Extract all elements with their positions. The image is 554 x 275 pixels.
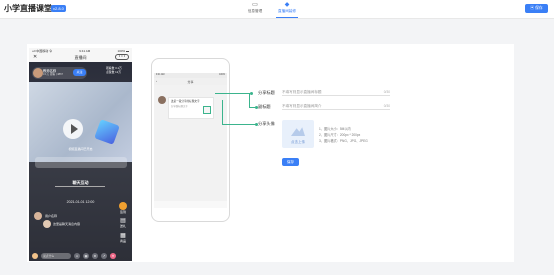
- count-line: 点赞数 12万: [106, 70, 122, 74]
- avatar: [158, 96, 166, 104]
- heart-icon[interactable]: ♥: [110, 252, 116, 259]
- view-count: 观看数 3.1万 点赞数 12万: [106, 66, 122, 74]
- share-title-placeholder: 不填写则显示直播间标题: [282, 90, 322, 94]
- avatar-label: 分享头像: [258, 121, 275, 126]
- share-card: 这是一段分享的标题文字 分享副标题文字: [168, 97, 214, 119]
- connector-line: [222, 124, 256, 125]
- grid-icon[interactable]: ▦: [83, 252, 89, 259]
- share-title-input[interactable]: 不填写则显示直播间标题 0/30: [282, 88, 390, 96]
- more-icon[interactable]: • • •: [115, 54, 129, 60]
- preview-chat: 这是一段分享的标题文字 分享副标题文字: [154, 85, 227, 201]
- preview-input-bar: [154, 201, 227, 208]
- upload-hint: 3、图片格式：PNG、JPG、JPEG: [319, 139, 368, 143]
- tab-label: 直播间装修: [278, 9, 296, 13]
- upload-box[interactable]: 点击上传: [282, 120, 314, 148]
- phone-bottom-bar: 说点什么 ☺ ▦ ★ ↗ ♥: [29, 250, 132, 261]
- live-room-preview: ••ll 中国移动 令 9:41 AM 100% ▬ ✕ 直播间 • • • 教…: [29, 48, 132, 261]
- avatar: [43, 220, 51, 228]
- app-title: 小学直播课堂: [4, 4, 52, 13]
- subtitle-label: 副标题: [258, 104, 271, 109]
- save-button[interactable]: 保存: [282, 158, 299, 166]
- avatar: [34, 212, 42, 220]
- image-icon: [291, 127, 305, 136]
- checkin-entry[interactable]: 签到: [118, 202, 128, 214]
- top-header: 小学直播课堂 v2.8.0 ▭ 信息管理 ◆ 直播间装修 ▣ 保存: [0, 0, 554, 19]
- save-header-button[interactable]: ▣ 保存: [525, 4, 548, 13]
- video-caption: 视频直播间已开启: [68, 147, 93, 151]
- smile-icon[interactable]: ☺: [74, 252, 80, 259]
- battery-text: 100% ▬: [117, 49, 129, 53]
- status-time: 9:41 AM: [79, 49, 91, 53]
- char-count: 0/30: [383, 90, 390, 94]
- carrier-text: ••ll 中国移动 令: [32, 49, 53, 53]
- cube-logo-icon: [94, 119, 120, 145]
- connector-line: [215, 93, 249, 94]
- preview-time: 9:41 AM: [156, 74, 165, 76]
- connector-dot: [250, 92, 253, 95]
- gift-entry[interactable]: ▤ 送礼: [118, 217, 128, 228]
- subtitle-input[interactable]: 不填写则显示直播间简介 0/30: [282, 102, 390, 110]
- preview-battery: 100%: [219, 74, 225, 76]
- notice-bar: [35, 157, 127, 168]
- char-count: 0/30: [383, 104, 390, 108]
- tab-room-decoration[interactable]: ◆ 直播间装修: [274, 2, 300, 18]
- share-title-label: 分享标题: [258, 90, 275, 95]
- card-thumb: [203, 106, 211, 114]
- upload-hint: 2、图片尺寸：200px * 200px: [319, 133, 361, 137]
- preview-title: 分享: [187, 80, 194, 84]
- upload-label: 点击上传: [291, 140, 305, 144]
- gift-icon: [119, 202, 127, 210]
- goods-entry[interactable]: ▦ 商品: [118, 232, 128, 243]
- subtitle-placeholder: 不填写则显示直播间简介: [282, 104, 322, 108]
- monitor-icon: ▭: [252, 2, 258, 8]
- play-icon[interactable]: [63, 119, 83, 139]
- follow-button[interactable]: 关注: [73, 69, 86, 76]
- upload-hint: 1、图片大小：5M以内: [319, 127, 351, 131]
- chat-time: 2021-01-01 12:00: [66, 200, 95, 204]
- version-badge: v2.8.0: [51, 5, 66, 12]
- preview-nav: ‹ 分享: [154, 78, 227, 85]
- palette-icon: ◆: [284, 2, 290, 8]
- side-label: 签到: [119, 210, 126, 214]
- live-stage: 教师名称 3.1万 观看 | 4867 关注 观看数 3.1万 点赞数 12万 视…: [29, 62, 132, 261]
- avatar: [32, 252, 38, 259]
- tab-label: 信息管理: [247, 9, 263, 13]
- side-label: 商品: [119, 239, 126, 243]
- message-user: 用户名称: [45, 214, 58, 218]
- side-label: 送礼: [119, 224, 126, 228]
- connector-line: [249, 93, 250, 107]
- message-text: 这里是聊天消息内容: [53, 222, 81, 226]
- connector-line: [222, 100, 223, 124]
- anchor-info: 3.1万 观看 | 4867: [43, 73, 63, 76]
- save-header-label: 保存: [535, 6, 543, 10]
- share-icon[interactable]: ↗: [101, 252, 107, 259]
- tab-info-management[interactable]: ▭ 信息管理: [242, 2, 268, 14]
- avatar: [33, 68, 43, 78]
- comment-input[interactable]: 说点什么: [41, 252, 71, 259]
- phone-nav-bar: ✕ 直播间 • • •: [29, 53, 132, 62]
- chat-divider: [55, 186, 105, 187]
- star-icon[interactable]: ★: [92, 252, 98, 259]
